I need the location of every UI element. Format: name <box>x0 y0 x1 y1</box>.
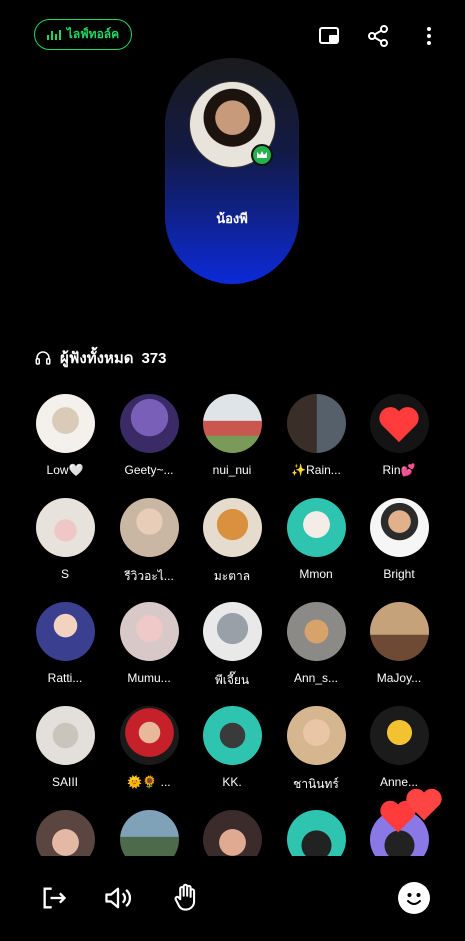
listener-name: SAIII <box>51 775 78 789</box>
speaker-icon[interactable] <box>102 882 134 914</box>
listener-avatar[interactable] <box>369 394 429 453</box>
listener-avatar[interactable] <box>119 498 179 557</box>
live-talk-label: ไลฟ์ทอล์ค <box>66 27 120 41</box>
share-icon[interactable] <box>362 20 394 52</box>
listeners-header: ผู้ฟังทั้งหมด 373 <box>34 346 167 370</box>
listener-avatar[interactable] <box>202 602 262 661</box>
listener-item[interactable]: 🌞🌻 ... <box>109 706 189 789</box>
listener-item[interactable] <box>192 810 272 856</box>
listener-name: มะตาล <box>213 569 251 583</box>
listener-avatar[interactable] <box>119 810 179 856</box>
listener-name: Rin💕 <box>382 463 416 477</box>
listener-avatar[interactable] <box>35 394 95 453</box>
host-name: น้องพี <box>216 211 248 226</box>
listener-item[interactable]: Rin💕 <box>359 394 439 477</box>
listener-name: Bright <box>383 567 415 581</box>
listeners-count: 373 <box>141 349 167 367</box>
listener-item[interactable] <box>276 810 356 856</box>
listener-avatar[interactable] <box>286 498 346 557</box>
listener-name: Geety~... <box>124 463 174 477</box>
listener-item[interactable]: Ann_s... <box>276 602 356 685</box>
listener-name: รีวิวอะไ... <box>124 569 174 583</box>
listener-name: nui_nui <box>212 463 252 477</box>
listener-name: Low🤍 <box>46 463 84 477</box>
live-talk-badge[interactable]: ไลฟ์ทอล์ค <box>34 19 132 50</box>
listener-item[interactable]: SAIII <box>25 706 105 789</box>
listener-item[interactable]: มะตาล <box>192 498 272 586</box>
listener-avatar[interactable] <box>35 498 95 557</box>
listener-avatar[interactable] <box>119 706 179 765</box>
listener-name: ✨Rain... <box>291 463 341 477</box>
listener-avatar[interactable] <box>286 394 346 453</box>
listener-name: S <box>60 567 69 581</box>
listener-item[interactable]: รีวิวอะไ... <box>109 498 189 586</box>
listener-item[interactable]: Low🤍 <box>25 394 105 477</box>
raise-hand-icon[interactable] <box>170 882 202 914</box>
crown-icon <box>251 144 273 166</box>
listener-avatar[interactable] <box>35 602 95 661</box>
listener-name: MaJoy... <box>376 671 422 685</box>
listener-name: Mumu... <box>127 671 171 685</box>
listener-avatar[interactable] <box>202 706 262 765</box>
listener-name: Mmon <box>299 567 333 581</box>
listener-avatar[interactable] <box>119 602 179 661</box>
listener-item[interactable]: KK. <box>192 706 272 789</box>
listener-item[interactable]: Mumu... <box>109 602 189 685</box>
listener-item[interactable]: Geety~... <box>109 394 189 477</box>
listener-item[interactable]: S <box>25 498 105 581</box>
listener-name: 🌞🌻 ... <box>127 775 171 789</box>
listener-item[interactable]: ✨Rain... <box>276 394 356 477</box>
listener-item[interactable]: Anne... <box>359 706 439 789</box>
reaction-hearts <box>378 786 448 836</box>
listener-item[interactable]: Ratti... <box>25 602 105 685</box>
listener-avatar[interactable] <box>286 810 346 856</box>
audio-bars-icon <box>46 29 61 40</box>
listener-avatar[interactable] <box>369 602 429 661</box>
bottom-bar <box>0 858 465 941</box>
more-vertical-icon[interactable] <box>413 20 445 52</box>
listener-avatar[interactable] <box>35 810 95 856</box>
listener-avatar[interactable] <box>286 706 346 765</box>
listener-avatar[interactable] <box>369 498 429 557</box>
listener-item[interactable]: nui_nui <box>192 394 272 477</box>
listener-item[interactable]: พีเจี๊ยน <box>192 602 272 690</box>
listener-avatar[interactable] <box>202 498 262 557</box>
minimize-icon[interactable] <box>313 20 345 52</box>
listener-item[interactable] <box>25 810 105 856</box>
listener-name: พีเจี๊ยน <box>214 673 250 687</box>
listener-avatar[interactable] <box>202 810 262 856</box>
leave-icon[interactable] <box>38 882 70 914</box>
listener-avatar[interactable] <box>286 602 346 661</box>
listener-avatar[interactable] <box>119 394 179 453</box>
listener-item[interactable]: ชานินทร์ <box>276 706 356 794</box>
listener-avatar[interactable] <box>202 394 262 453</box>
listener-item[interactable]: MaJoy... <box>359 602 439 685</box>
listener-item[interactable]: Mmon <box>276 498 356 581</box>
listener-name: KK. <box>222 775 242 789</box>
heart-icon <box>406 788 442 821</box>
listener-name: Ratti... <box>47 671 83 685</box>
listener-avatar[interactable] <box>369 706 429 765</box>
listener-item[interactable] <box>109 810 189 856</box>
headphones-icon <box>35 351 51 365</box>
listener-name: ชานินทร์ <box>293 777 339 791</box>
emoji-icon[interactable] <box>398 882 430 914</box>
host-card[interactable]: น้องพี <box>165 58 299 284</box>
listener-avatar[interactable] <box>35 706 95 765</box>
heart-icon <box>379 406 419 442</box>
listeners-label: ผู้ฟังทั้งหมด <box>60 350 134 367</box>
listener-name: Ann_s... <box>293 671 339 685</box>
listener-item[interactable]: Bright <box>359 498 439 581</box>
